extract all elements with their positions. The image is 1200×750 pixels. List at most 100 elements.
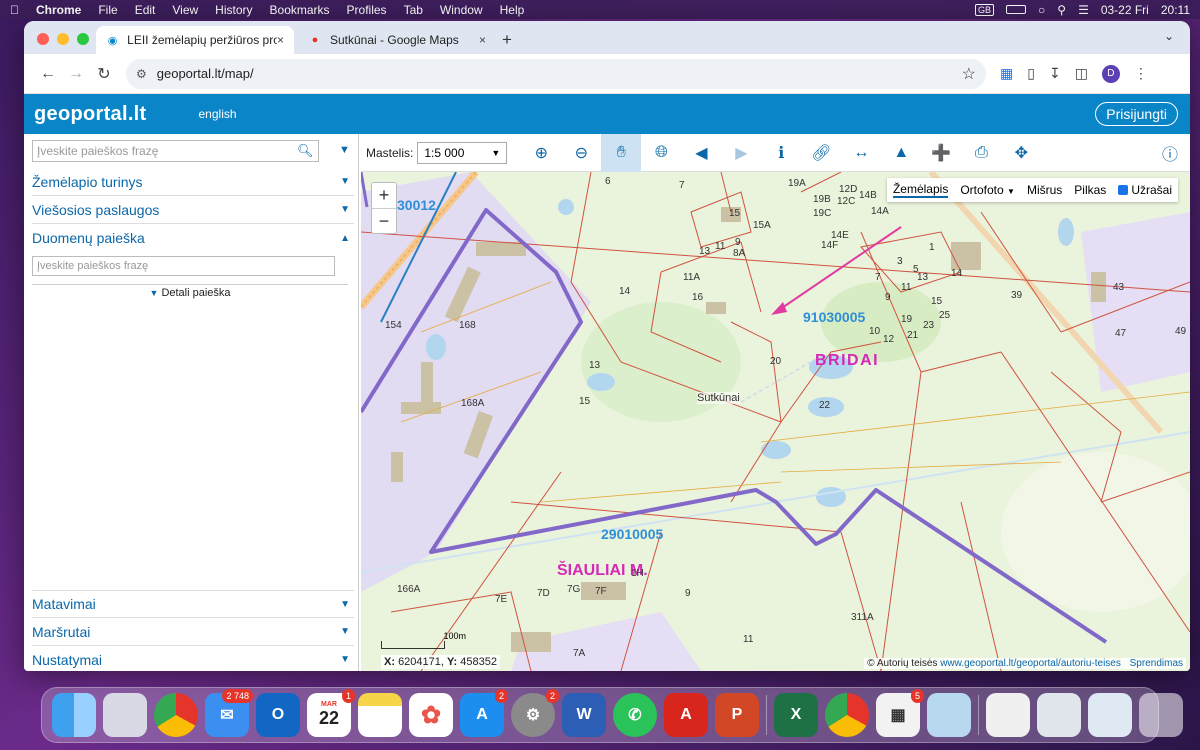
- zoom-out-button[interactable]: −: [372, 208, 396, 233]
- labels-toggle[interactable]: Užrašai: [1118, 183, 1172, 197]
- menubar-app-name[interactable]: Chrome: [36, 3, 81, 17]
- user-icon[interactable]: ○: [1038, 3, 1045, 17]
- scale-select[interactable]: 1:5 000 ▼: [417, 141, 508, 164]
- site-settings-icon[interactable]: ⚙: [136, 67, 147, 81]
- attribution-link[interactable]: www.geoportal.lt/geoportal/autoriu-teise…: [940, 658, 1121, 669]
- reload-button[interactable]: ↻: [90, 64, 118, 84]
- basemap-ortofoto[interactable]: Ortofoto ▼: [960, 183, 1015, 197]
- login-button[interactable]: Prisijungti: [1095, 102, 1178, 126]
- section-public-services[interactable]: Viešosios paslaugos ▼: [32, 196, 354, 224]
- zoom-window-button[interactable]: [77, 33, 89, 45]
- section-settings[interactable]: Nustatymai ▼: [32, 646, 354, 671]
- search-icon[interactable]: 🔍︎: [297, 143, 314, 159]
- info-tool-icon[interactable]: ℹ: [761, 134, 801, 172]
- minimize-window-button[interactable]: [57, 33, 69, 45]
- close-tab-icon[interactable]: ×: [277, 33, 284, 47]
- url-text[interactable]: geoportal.lt/map/: [157, 66, 254, 81]
- battery-icon[interactable]: [1006, 5, 1027, 14]
- whatsapp-app-icon[interactable]: ✆: [613, 693, 657, 737]
- menu-bookmarks[interactable]: Bookmarks: [270, 3, 330, 17]
- search-input[interactable]: Įveskite paieškos frazę: [32, 140, 319, 162]
- tab-geoportal[interactable]: ◉ LEII žemėlapių peržiūros prog ×: [96, 26, 294, 54]
- menubar-date[interactable]: 03-22 Fri: [1101, 3, 1149, 17]
- language-link[interactable]: english: [199, 107, 237, 121]
- app-store-icon[interactable]: A2: [460, 689, 508, 737]
- menu-tab[interactable]: Tab: [404, 3, 423, 17]
- back-button[interactable]: ←: [34, 65, 62, 83]
- control-center-icon[interactable]: ☰: [1078, 3, 1089, 17]
- basemap-pilkas[interactable]: Pilkas: [1074, 183, 1106, 197]
- link-tool-icon[interactable]: 🔗︎: [801, 134, 841, 172]
- checkbox-checked-icon[interactable]: [1118, 185, 1129, 195]
- zoom-out-tool-icon[interactable]: ⊖: [561, 134, 601, 172]
- data-search-input[interactable]: Įveskite paieškos frazę: [32, 256, 335, 276]
- menu-file[interactable]: File: [98, 3, 117, 17]
- input-source-badge[interactable]: GB: [975, 3, 995, 16]
- menu-edit[interactable]: Edit: [135, 3, 156, 17]
- measure-distance-icon[interactable]: ↔: [841, 134, 881, 172]
- recent-document-2-icon[interactable]: [1037, 693, 1081, 737]
- pan-hand-tool-icon[interactable]: ✋︎: [601, 133, 642, 172]
- basemap-zemelapis[interactable]: Žemėlapis: [892, 182, 949, 198]
- profile-avatar[interactable]: D: [1101, 64, 1120, 83]
- chrome-app-icon-2[interactable]: [825, 693, 869, 737]
- menu-view[interactable]: View: [172, 3, 198, 17]
- elevation-profile-icon[interactable]: ▲: [881, 134, 921, 172]
- close-window-button[interactable]: [37, 33, 49, 45]
- basemap-misrus[interactable]: Mišrus: [1027, 183, 1062, 197]
- mail-app-icon[interactable]: ✉ 2 748: [205, 689, 253, 737]
- recent-document-3-icon[interactable]: [1088, 693, 1132, 737]
- side-panel-icon[interactable]: ◫: [1075, 65, 1088, 82]
- menu-history[interactable]: History: [215, 3, 252, 17]
- map-canvas[interactable]: 30012 91030005 29010005 BRIDAI ŠIAULIAI …: [361, 172, 1190, 671]
- extensions-icon[interactable]: ▯: [1027, 65, 1035, 82]
- spotlight-search-icon[interactable]: ⚲: [1057, 3, 1066, 17]
- powerpoint-app-icon[interactable]: P: [715, 693, 759, 737]
- geoportal-logo[interactable]: geoportal.lt: [34, 103, 147, 126]
- photos-app-icon[interactable]: ✿: [409, 693, 453, 737]
- section-map-content[interactable]: Žemėlapio turinys ▼: [32, 168, 354, 196]
- preview-app-icon[interactable]: [927, 693, 971, 737]
- download-icon[interactable]: ↧: [1049, 65, 1061, 82]
- forward-button[interactable]: →: [62, 65, 90, 83]
- launchpad-app-icon[interactable]: [103, 693, 147, 737]
- section-routes[interactable]: Maršrutai ▼: [32, 618, 354, 646]
- apple-icon[interactable]: : [10, 3, 19, 17]
- notes-app-icon[interactable]: [358, 693, 402, 737]
- section-measurements[interactable]: Matavimai ▼: [32, 590, 354, 618]
- menu-profiles[interactable]: Profiles: [347, 3, 387, 17]
- address-bar[interactable]: ⚙ geoportal.lt/map/ ☆: [126, 58, 986, 89]
- bookmark-star-icon[interactable]: ☆: [962, 64, 976, 84]
- menubar-time[interactable]: 20:11: [1161, 3, 1190, 17]
- system-settings-icon[interactable]: ⚙ 2: [511, 689, 559, 737]
- outlook-app-icon[interactable]: O: [256, 693, 300, 737]
- detail-search-link[interactable]: ▼ Detali paieška: [32, 284, 348, 299]
- chrome-menu-icon[interactable]: ⋮: [1134, 65, 1148, 82]
- zoom-in-tool-icon[interactable]: ⊕: [521, 134, 561, 172]
- section-data-search[interactable]: Duomenų paieška ▲: [32, 224, 354, 252]
- full-extent-globe-icon[interactable]: 🌐︎: [641, 134, 681, 172]
- next-extent-icon[interactable]: ▶: [721, 134, 761, 172]
- previous-extent-icon[interactable]: ◀: [681, 134, 721, 172]
- finder-app-icon[interactable]: [52, 693, 96, 737]
- tab-search-chevron-icon[interactable]: ⌄: [1158, 29, 1180, 49]
- print-icon[interactable]: ⎙: [961, 134, 1001, 172]
- trash-icon[interactable]: [1139, 693, 1183, 737]
- excel-app-icon[interactable]: X: [774, 693, 818, 737]
- acrobat-app-icon[interactable]: A: [664, 693, 708, 737]
- translate-icon[interactable]: ▦: [1000, 65, 1013, 82]
- calendar-app-icon[interactable]: MAR 22 1: [307, 689, 355, 737]
- zoom-in-button[interactable]: +: [372, 183, 396, 208]
- microsoft-store-icon[interactable]: ▦ 5: [876, 689, 924, 737]
- about-info-icon[interactable]: ⓘ: [1162, 141, 1178, 165]
- search-options-caret-icon[interactable]: ▼: [339, 144, 350, 156]
- add-layer-icon[interactable]: ➕: [921, 134, 961, 172]
- menu-window[interactable]: Window: [440, 3, 483, 17]
- solution-link[interactable]: Sprendimas: [1130, 658, 1183, 669]
- chrome-app-icon[interactable]: [154, 693, 198, 737]
- close-tab-icon[interactable]: ×: [479, 33, 486, 47]
- word-app-icon[interactable]: W: [562, 693, 606, 737]
- locate-crosshair-icon[interactable]: ✥: [1001, 134, 1041, 172]
- recent-document-1-icon[interactable]: [986, 693, 1030, 737]
- tab-google-maps[interactable]: ● Sutkūnai - Google Maps ×: [298, 26, 496, 54]
